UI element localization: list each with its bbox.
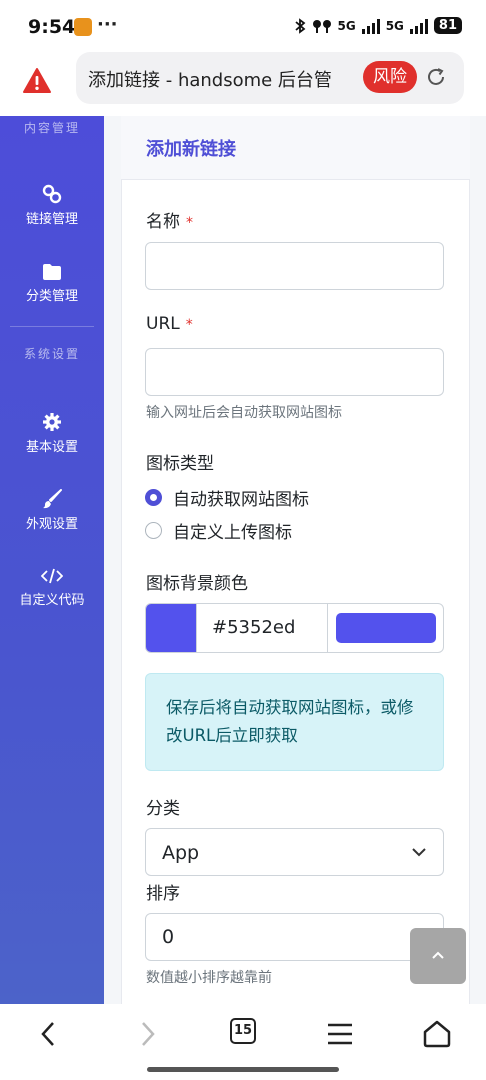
network-type-2: 5G	[385, 18, 404, 33]
name-input[interactable]	[145, 242, 444, 290]
warning-icon[interactable]	[22, 66, 52, 96]
back-icon[interactable]	[34, 1018, 66, 1050]
url-input[interactable]	[145, 348, 444, 396]
sidebar-item-custom-code[interactable]: 自定义代码	[0, 567, 104, 610]
sort-input[interactable]	[145, 913, 444, 961]
category-select[interactable]: App	[145, 828, 444, 876]
battery-icon: 81	[433, 17, 462, 34]
forward-icon[interactable]	[132, 1018, 164, 1050]
radio-label: 自动获取网站图标	[173, 490, 309, 510]
required-mark: *	[186, 215, 193, 231]
reload-icon[interactable]	[425, 66, 447, 88]
folder-icon	[43, 264, 61, 280]
color-picker[interactable]	[336, 613, 436, 643]
sidebar-item-label: 基本设置	[25, 440, 78, 455]
radio-checked-icon	[145, 489, 162, 506]
sidebar-group-system: 系统设置	[23, 347, 80, 361]
category-label: 分类	[146, 799, 180, 819]
home-icon[interactable]	[421, 1018, 453, 1050]
icon-bg-label: 图标背景颜色	[146, 574, 248, 594]
color-hex-input[interactable]: #5352ed	[196, 604, 328, 652]
sidebar-item-label: 分类管理	[25, 289, 78, 304]
admin-sidebar	[0, 116, 104, 1004]
status-time: 9:54	[28, 16, 76, 38]
back-to-top-button[interactable]	[410, 928, 466, 984]
signal-icon-2	[409, 18, 428, 34]
name-label-text: 名称	[146, 212, 180, 232]
status-icons: 5G 5G 81	[294, 17, 462, 34]
radio-auto-icon[interactable]: 自动获取网站图标	[145, 485, 309, 510]
sort-label: 排序	[146, 884, 180, 904]
risk-badge[interactable]: 风险	[363, 61, 417, 93]
app-notification-icon	[74, 18, 92, 36]
address-text[interactable]: 添加链接 - handsome 后台管	[88, 66, 348, 92]
sidebar-item-basic-settings[interactable]: 基本设置	[0, 412, 104, 457]
bluetooth-icon	[294, 17, 305, 34]
color-swatch[interactable]	[146, 604, 196, 652]
icon-type-label: 图标类型	[146, 454, 214, 474]
category-value: App	[162, 842, 200, 864]
sort-value: 0	[162, 926, 175, 948]
link-icon	[42, 184, 62, 204]
network-type-1: 5G	[337, 18, 356, 33]
url-label: URL *	[146, 314, 193, 334]
signal-icon	[361, 18, 380, 34]
home-indicator	[147, 1067, 339, 1072]
gear-icon	[43, 413, 61, 431]
more-notifications-icon: ···	[97, 14, 118, 35]
sidebar-divider	[10, 326, 94, 327]
radio-label: 自定义上传图标	[173, 523, 292, 543]
sidebar-item-label: 外观设置	[25, 517, 78, 532]
sort-help-text: 数值越小排序越靠前	[146, 970, 272, 986]
info-alert: 保存后将自动获取网站图标，或修改URL后立即获取	[145, 673, 444, 771]
url-label-text: URL	[146, 314, 180, 334]
sidebar-item-categories[interactable]: 分类管理	[0, 263, 104, 306]
sidebar-group-content: 内容管理	[23, 121, 80, 135]
sidebar-item-label: 链接管理	[25, 212, 78, 227]
url-help-text: 输入网址后会自动获取网站图标	[146, 405, 342, 421]
status-bar: 9:54 ··· 5G 5G 81	[0, 0, 486, 56]
code-icon	[41, 568, 63, 584]
earbuds-icon	[312, 19, 331, 33]
sidebar-item-links[interactable]: 链接管理	[0, 184, 104, 229]
page-title: 添加新链接	[146, 139, 236, 160]
color-input-group: #5352ed	[145, 603, 444, 653]
sidebar-item-appearance[interactable]: 外观设置	[0, 489, 104, 534]
chevron-down-icon	[412, 848, 426, 857]
required-mark: *	[185, 317, 193, 333]
radio-custom-icon[interactable]: 自定义上传图标	[145, 518, 292, 543]
name-label: 名称 *	[146, 207, 193, 232]
tabs-button[interactable]: 15	[230, 1018, 256, 1044]
menu-icon[interactable]	[324, 1018, 356, 1050]
sidebar-item-label: 自定义代码	[19, 593, 85, 608]
chevron-up-icon	[432, 951, 444, 959]
radio-unchecked-icon	[145, 522, 162, 539]
brush-icon	[43, 489, 62, 509]
